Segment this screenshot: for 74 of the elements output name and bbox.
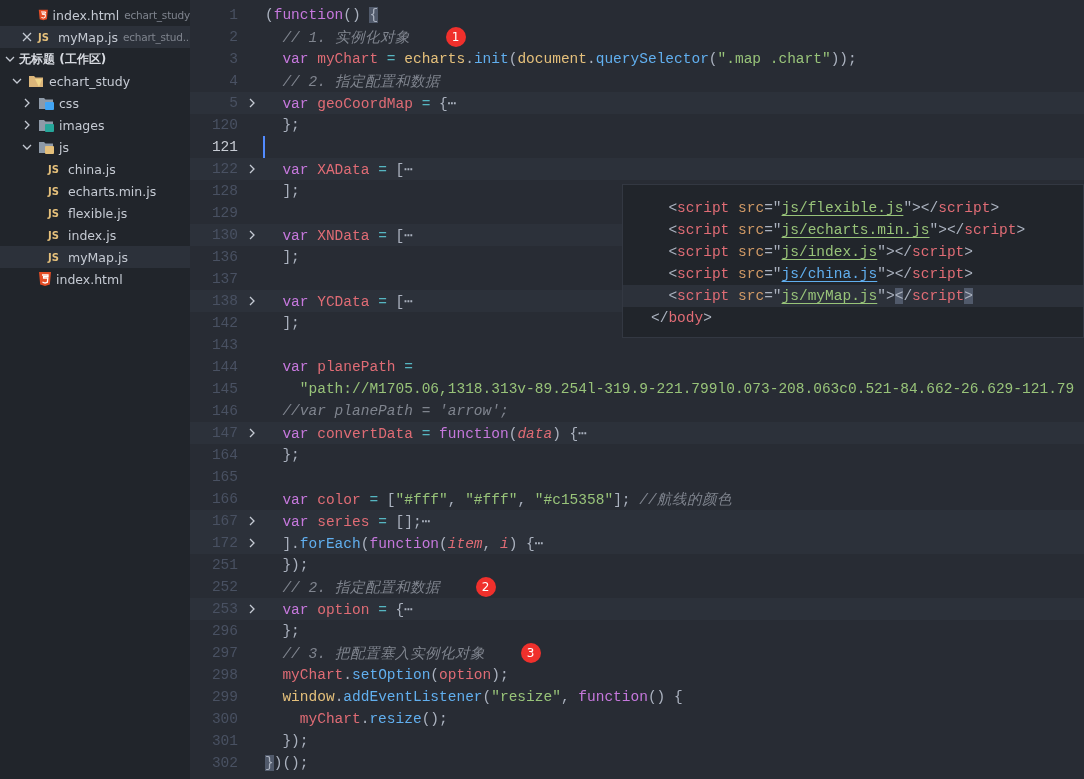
html-file-icon <box>38 271 52 287</box>
code-line: myChart.setOption(option); <box>281 667 509 683</box>
code-line: var color = ["#fff", "#fff", "#c15358"]; //航线的颜色 <box>281 490 732 509</box>
file-tree-item[interactable]: js <box>0 136 190 158</box>
chevron-down-icon[interactable] <box>12 76 22 86</box>
code-line: myChart.resize(); <box>298 711 448 727</box>
js-file-icon: JS <box>48 229 64 241</box>
code-line: var YCData = [⋯ <box>281 292 413 310</box>
js-file-icon: JS <box>48 251 64 263</box>
code-line: ]; <box>281 183 300 199</box>
chevron-right-icon[interactable] <box>22 120 32 130</box>
code-line: }; <box>281 447 300 463</box>
code-line: var myChart = echarts.init(document.querySelector(".map .chart")); <box>281 51 857 67</box>
workspace-header[interactable]: 无标题 (工作区) <box>0 48 190 70</box>
text-cursor <box>263 136 265 158</box>
code-line: (function() { <box>265 7 379 23</box>
code-line: }); <box>281 557 309 573</box>
folder-path: echart_study <box>124 9 190 21</box>
chevron-down-icon[interactable] <box>5 54 15 64</box>
js-file-icon: JS <box>48 163 64 175</box>
annotation-badge: 3 <box>520 643 541 663</box>
code-comment: // 2. 指定配置和数据 <box>281 72 440 91</box>
code-line: window.addEventListener("resize", function() { <box>281 689 683 705</box>
html-file-icon <box>38 7 49 23</box>
js-file-icon: JS <box>48 185 64 197</box>
folder-icon <box>38 96 55 110</box>
code-line: var XAData = [⋯ <box>281 160 413 178</box>
code-line: var XNData = [⋯ <box>281 226 413 244</box>
file-tree-item[interactable]: JS china.js <box>0 158 190 180</box>
code-line: }); <box>281 733 309 749</box>
code-line: <script src="js/flexible.js"></script> <box>667 200 1000 216</box>
code-line: <script src="js/myMap.js"></script> <box>667 288 973 304</box>
file-tree-item[interactable]: css <box>0 92 190 114</box>
code-line: }; <box>281 117 300 133</box>
file-tree-item[interactable]: echart_study <box>0 70 190 92</box>
code-line: </body> <box>651 310 712 326</box>
close-icon[interactable] <box>22 32 32 42</box>
code-line: <script src="js/china.js"></script> <box>667 266 973 282</box>
line-number: 121 <box>210 139 238 155</box>
file-tree-item[interactable]: index.html <box>0 268 190 290</box>
code-line: <script src="js/echarts.min.js"></script> <box>667 222 1026 238</box>
code-comment: // 1. 实例化对象 <box>281 28 410 47</box>
code-line: "path://M1705.06,1318.313v-89.254l-319.9-221.799l0.073-208.063c0.521-84.662-26.629-121.79 <box>298 381 1075 397</box>
js-file-icon: JS <box>48 207 64 219</box>
folder-icon <box>38 118 55 132</box>
code-line: ]; <box>281 249 300 265</box>
js-file-icon: JS <box>38 31 54 43</box>
chevron-down-icon[interactable] <box>22 142 32 152</box>
chevron-right-icon[interactable] <box>22 98 32 108</box>
code-comment: // 2. 指定配置和数据 <box>281 578 440 597</box>
code-line: ].forEach(function(item, i) {⋯ <box>281 534 544 552</box>
code-line: ]; <box>281 315 300 331</box>
file-tree-item[interactable]: JS index.js <box>0 224 190 246</box>
file-tree-item[interactable]: JS flexible.js <box>0 202 190 224</box>
file-tree-item[interactable]: images <box>0 114 190 136</box>
open-editor-item[interactable]: JS myMap.js echart_stud... <box>0 26 190 48</box>
code-line: var series = [];⋯ <box>281 512 431 530</box>
folder-icon <box>38 140 55 154</box>
folder-path: echart_stud... <box>122 31 190 43</box>
open-editor-item[interactable]: index.html echart_study <box>0 4 190 26</box>
code-comment: //var planePath = 'arrow'; <box>281 403 509 419</box>
code-line: var option = {⋯ <box>281 600 413 618</box>
annotation-badge: 2 <box>475 577 496 597</box>
code-line: var convertData = function(data) {⋯ <box>281 424 588 442</box>
file-tree-item[interactable]: JS echarts.min.js <box>0 180 190 202</box>
annotation-badge: 1 <box>445 27 466 47</box>
code-comment: // 3. 把配置塞入实例化对象 <box>281 644 485 663</box>
code-line: }; <box>281 623 300 639</box>
file-tree-item[interactable]: JS myMap.js <box>0 246 190 268</box>
folder-icon <box>28 74 45 88</box>
code-line: <script src="js/index.js"></script> <box>667 244 973 260</box>
code-line: var planePath = <box>281 359 413 375</box>
code-line: var geoCoordMap = {⋯ <box>281 94 457 112</box>
code-line: })(); <box>265 755 309 771</box>
